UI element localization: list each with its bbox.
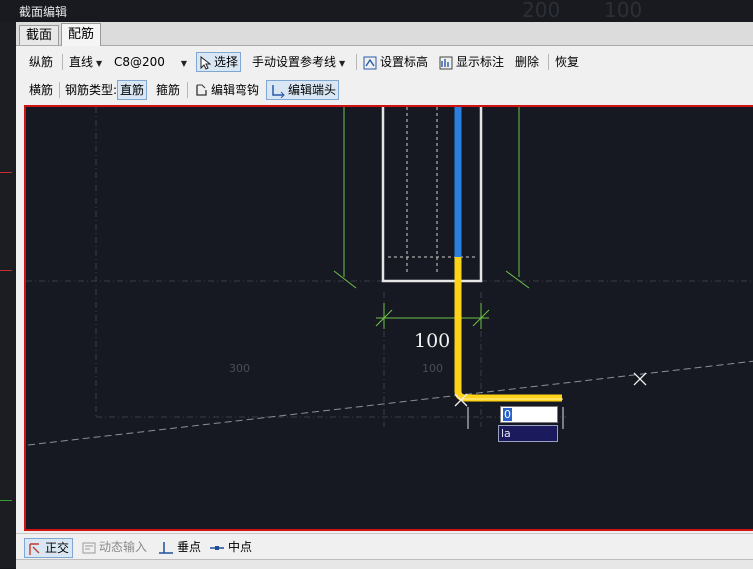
tab-bar: 截面 配筋 — [16, 22, 753, 46]
rebar-end-icon — [272, 84, 285, 98]
status-bar: 正交 动态输入 垂点 中点 — [16, 533, 753, 560]
toolbar-main: 纵筋 直线 ▼ C8@200 ▼ 选择 手动设置参考线 ▼ 设置标高 显示标注 删除 … — [16, 50, 753, 74]
dynamic-input-label: 动态输入 — [99, 540, 148, 554]
dim-tick — [333, 270, 357, 289]
drawing-canvas[interactable]: 100 300 100 0 la — [24, 105, 753, 531]
toolbar-rebar: 横筋 钢筋类型: 直筋 箍筋 编辑弯钩 编辑端头 — [16, 78, 753, 102]
perpendicular-snap[interactable]: 垂点 — [158, 538, 201, 556]
manual-ref-line-dropdown[interactable]: 手动设置参考线 ▼ — [252, 52, 345, 72]
tab-reinforcement[interactable]: 配筋 — [61, 23, 102, 46]
straight-rebar-button[interactable]: 直筋 — [117, 80, 148, 100]
column-outline — [381, 107, 483, 283]
snap-point-icon — [633, 372, 647, 386]
set-elevation-label: 设置标高 — [380, 55, 429, 69]
toolbar-separator — [59, 82, 60, 98]
anchor-hint-dropdown[interactable]: la — [498, 425, 558, 442]
input-selected-value: 0 — [503, 408, 512, 421]
rebar-hook — [454, 257, 562, 402]
midpoint-icon — [210, 545, 224, 550]
show-dims-button[interactable]: 显示标注 — [439, 52, 504, 72]
select-button[interactable]: 选择 — [196, 52, 242, 72]
ortho-toggle[interactable]: 正交 — [24, 538, 74, 558]
toolbar-separator — [356, 54, 357, 70]
set-elevation-button[interactable]: 设置标高 — [363, 52, 428, 72]
chevron-down-icon: ▼ — [339, 59, 346, 68]
perpendicular-icon — [159, 541, 173, 554]
show-dims-label: 显示标注 — [456, 55, 505, 69]
manual-ref-label: 手动设置参考线 — [252, 55, 337, 69]
edit-hook-label: 编辑弯钩 — [211, 83, 260, 97]
title-bar: 截面编辑 200 100 — [0, 0, 753, 22]
line-mode-value: 直线 — [69, 55, 94, 69]
toolbar-separator — [187, 82, 188, 98]
edit-end-label: 编辑端头 — [288, 83, 337, 97]
dynamic-length-input[interactable]: 0 — [500, 406, 558, 423]
dimension-icon — [439, 56, 453, 69]
pointer-icon — [200, 55, 211, 70]
reference-line — [27, 360, 753, 446]
tab-section[interactable]: 截面 — [19, 25, 60, 45]
rebar-spec-value: C8@200 — [114, 55, 165, 69]
delete-button[interactable]: 删除 — [515, 52, 539, 72]
midpoint-label: 中点 — [228, 540, 253, 554]
line-mode-dropdown[interactable]: 直线 ▼ — [69, 52, 102, 72]
strip-mark — [0, 500, 12, 501]
elevation-icon — [363, 56, 377, 69]
chevron-down-icon: ▼ — [96, 59, 103, 68]
midpoint-snap[interactable]: 中点 — [209, 538, 252, 556]
rebar-type-label: 钢筋类型: — [65, 83, 118, 97]
toolbar-separator — [62, 54, 63, 70]
transverse-button[interactable]: 横筋 — [29, 80, 53, 100]
edit-end-button[interactable]: 编辑端头 — [266, 80, 340, 100]
toolbar-separator — [548, 54, 549, 70]
rebar-spec-dropdown[interactable]: C8@200 ▼ — [114, 52, 187, 72]
strip-mark — [0, 270, 12, 271]
hook-icon — [196, 84, 207, 96]
left-strip — [0, 22, 16, 568]
window-title: 截面编辑 — [19, 5, 68, 19]
dynamic-input-toggle[interactable]: 动态输入 — [82, 538, 147, 556]
perpendicular-label: 垂点 — [177, 540, 202, 554]
section-drawing: 100 300 100 — [26, 107, 753, 446]
dim-tick — [505, 270, 530, 289]
ortho-label: 正交 — [45, 541, 70, 555]
restore-button[interactable]: 恢复 — [555, 52, 579, 72]
strip-mark — [0, 172, 12, 173]
dim-text-center: 100 — [422, 362, 443, 375]
select-label: 选择 — [214, 55, 239, 69]
background-number: 200 — [522, 0, 561, 22]
dim-text-left: 300 — [229, 362, 250, 375]
edit-hook-button[interactable]: 编辑弯钩 — [194, 80, 259, 100]
dynamic-input-icon — [82, 542, 96, 553]
stirrup-button[interactable]: 箍筋 — [156, 80, 180, 100]
chevron-down-icon: ▼ — [180, 59, 188, 68]
background-number: 100 — [604, 0, 643, 22]
longitudinal-button[interactable]: 纵筋 — [29, 52, 53, 72]
ortho-icon — [29, 542, 40, 555]
dim-text-main: 100 — [414, 330, 450, 352]
